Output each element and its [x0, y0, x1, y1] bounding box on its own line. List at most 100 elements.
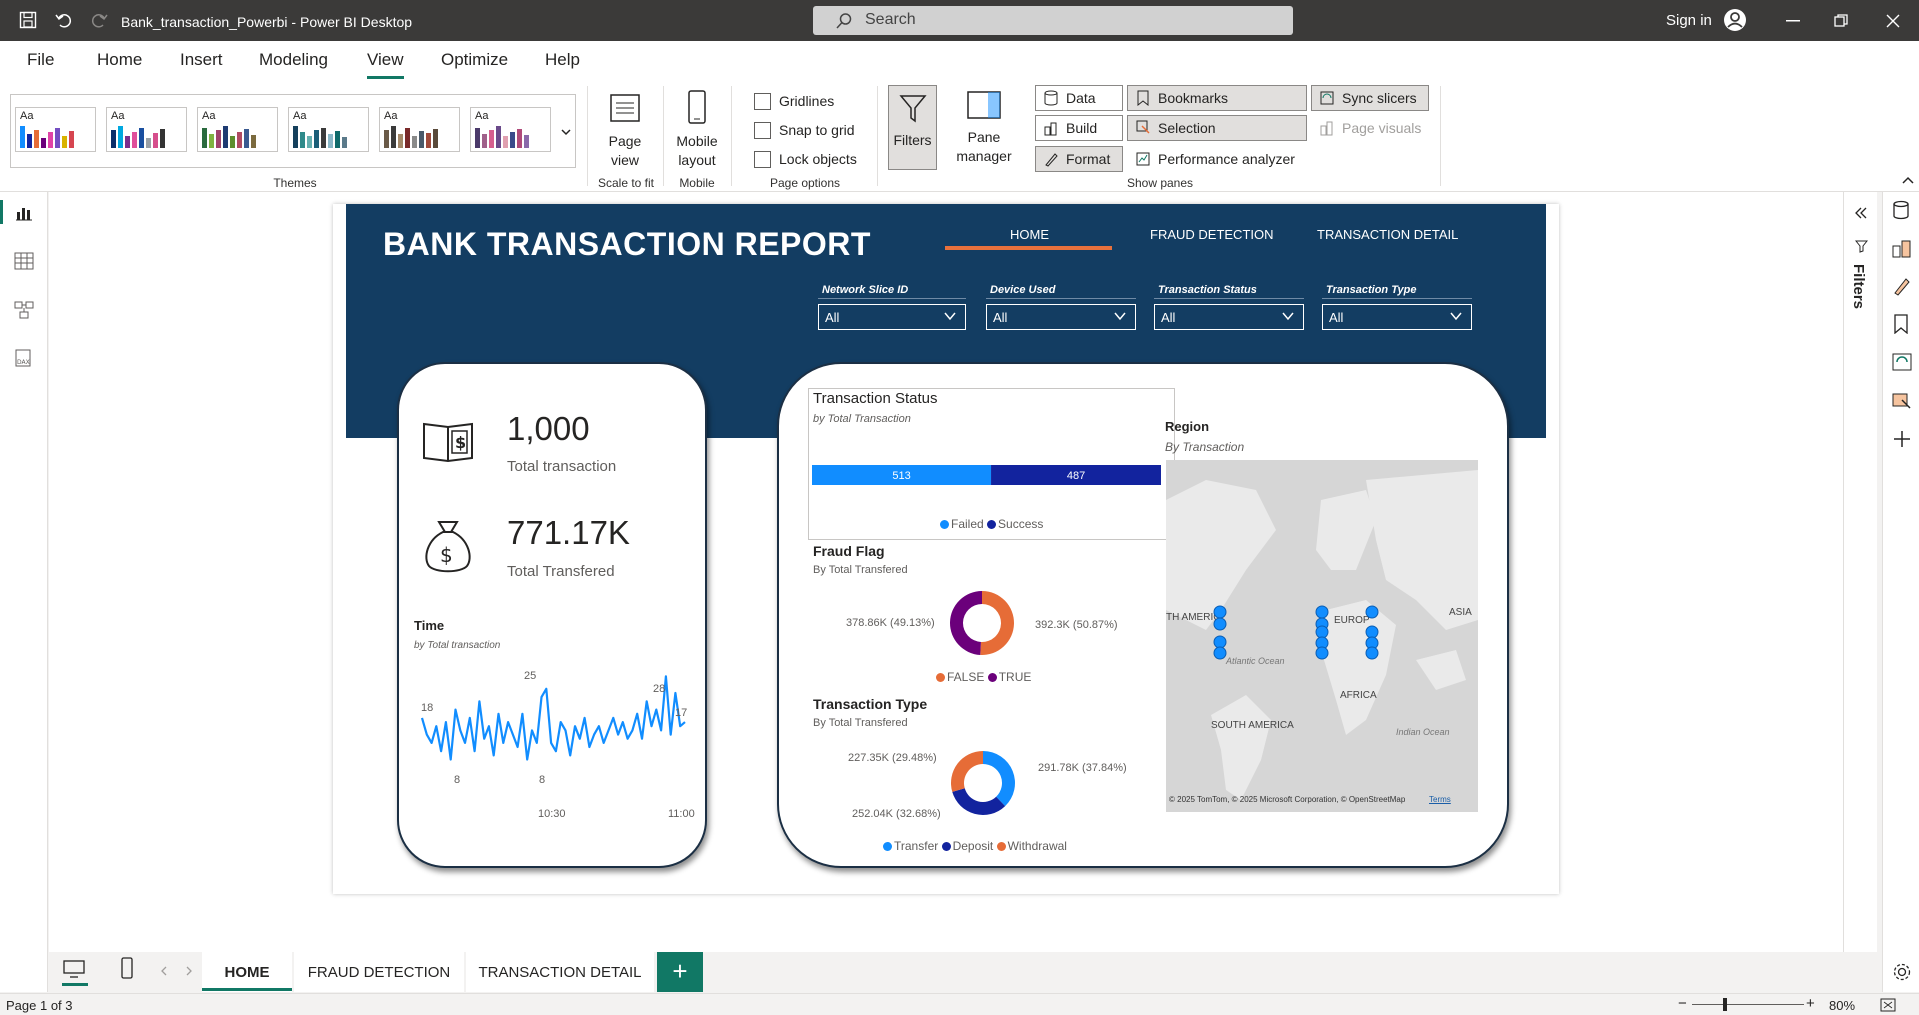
redo-icon[interactable] — [90, 11, 108, 29]
mobile-layout-button[interactable]: Mobile layout — [668, 132, 726, 170]
mobile-layout-tab-icon[interactable] — [120, 957, 134, 979]
page-visuals-button[interactable]: Page visuals — [1311, 115, 1429, 141]
expand-pane-icon[interactable] — [1854, 206, 1868, 220]
format-pane-button[interactable]: Format — [1035, 146, 1123, 172]
format-pane-icon[interactable] — [1892, 276, 1912, 296]
performance-analyzer-button[interactable]: Performance analyzer — [1127, 146, 1307, 172]
filters-pane-collapsed[interactable]: Filters — [1843, 192, 1877, 952]
slicer-transaction-type[interactable]: All — [1322, 304, 1472, 330]
nav-tab-home[interactable]: HOME — [1010, 227, 1049, 242]
status-legend: Failed Success — [940, 517, 1043, 531]
themes-expand-icon[interactable] — [561, 128, 571, 136]
page-view-button[interactable]: Page view — [596, 132, 654, 170]
slicer-network-slice[interactable]: All — [818, 304, 966, 330]
theme-aa: Aa — [20, 110, 34, 122]
save-icon[interactable] — [19, 11, 37, 29]
page-tab-home[interactable]: HOME — [202, 952, 292, 992]
undo-icon[interactable] — [55, 11, 73, 29]
lock-objects-checkbox[interactable]: Lock objects — [754, 151, 857, 168]
scroll-left-icon[interactable] — [160, 966, 168, 976]
selection-pane-button[interactable]: Selection — [1127, 115, 1307, 141]
database-icon — [1044, 90, 1058, 106]
snap-to-grid-checkbox[interactable]: Snap to grid — [754, 122, 855, 139]
sync-slicers-button[interactable]: Sync slicers — [1311, 85, 1429, 111]
scroll-right-icon[interactable] — [185, 966, 193, 976]
theme-tile-5[interactable]: Aa — [379, 107, 460, 152]
donut-slice-true[interactable] — [950, 591, 982, 655]
dax-query-view-icon[interactable]: DAX — [14, 348, 34, 368]
page-view-icon[interactable] — [607, 89, 643, 125]
filter-icon — [899, 95, 927, 123]
desktop-layout-icon[interactable] — [62, 959, 86, 979]
map-bubble — [1213, 635, 1227, 649]
restore-icon[interactable] — [1834, 14, 1848, 28]
page-tab-transaction-detail[interactable]: TRANSACTION DETAIL — [466, 952, 654, 992]
menu-modeling[interactable]: Modeling — [259, 50, 328, 70]
donut-slice-withdrawal[interactable] — [951, 751, 983, 792]
filters-button[interactable]: Filters — [888, 85, 937, 170]
account-icon[interactable] — [1723, 8, 1747, 32]
status-stacked-bar[interactable]: 513 487 — [812, 465, 1161, 485]
report-view-icon[interactable] — [14, 204, 34, 222]
donut-slice-transfer[interactable] — [983, 751, 1015, 807]
menu-optimize[interactable]: Optimize — [441, 50, 508, 70]
gridlines-checkbox[interactable]: Gridlines — [754, 93, 834, 110]
donut-slice-deposit[interactable] — [952, 788, 1006, 815]
settings-gear-icon[interactable] — [1892, 962, 1912, 982]
zoom-in-button[interactable]: + — [1806, 995, 1815, 1012]
sign-in-link[interactable]: Sign in — [1666, 12, 1712, 29]
zoom-slider-track[interactable] — [1692, 1004, 1804, 1005]
bookmark-pane-icon[interactable] — [1893, 314, 1909, 334]
theme-tile-4[interactable]: Aa — [288, 107, 369, 152]
add-pane-icon[interactable] — [1893, 430, 1911, 448]
data-pane-button[interactable]: Data — [1035, 85, 1123, 111]
theme-tile-1[interactable]: Aa — [15, 107, 96, 152]
menu-help[interactable]: Help — [545, 50, 580, 70]
fit-to-page-icon[interactable] — [1880, 998, 1896, 1012]
search-input[interactable]: Search — [813, 6, 1293, 35]
data-pane-icon[interactable] — [1892, 200, 1910, 220]
fraud-donut-chart[interactable] — [942, 583, 1022, 663]
menu-view[interactable]: View — [367, 50, 404, 70]
sync-slicers-pane-icon[interactable] — [1892, 352, 1912, 372]
mobile-layout-icon[interactable] — [684, 89, 710, 125]
performance-label: Performance analyzer — [1158, 151, 1295, 167]
theme-aa: Aa — [384, 110, 398, 122]
menu-insert[interactable]: Insert — [180, 50, 223, 70]
type-donut-chart[interactable] — [943, 743, 1023, 823]
map-terms-link[interactable]: Terms — [1429, 795, 1451, 804]
slicer-transaction-status[interactable]: All — [1154, 304, 1304, 330]
table-view-icon[interactable] — [14, 252, 34, 270]
pane-manager-icon[interactable] — [966, 89, 1002, 121]
build-pane-button[interactable]: Build — [1035, 115, 1123, 141]
search-placeholder: Search — [865, 11, 916, 28]
add-page-button[interactable]: + — [657, 952, 703, 992]
kpi-total-transfered-value: 771.17K — [507, 514, 630, 551]
nav-tab-transaction-detail[interactable]: TRANSACTION DETAIL — [1317, 227, 1458, 242]
zoom-slider-thumb[interactable] — [1723, 998, 1727, 1011]
minimize-icon[interactable] — [1786, 20, 1800, 22]
page-tab-fraud-detection[interactable]: FRAUD DETECTION — [294, 952, 464, 992]
zoom-out-button[interactable]: − — [1678, 995, 1687, 1012]
theme-tile-3[interactable]: Aa — [197, 107, 278, 152]
theme-tile-6[interactable]: Aa — [470, 107, 551, 152]
mobile-group-label: Mobile — [679, 176, 715, 190]
donut-slice-false[interactable] — [980, 591, 1014, 655]
selection-pane-icon[interactable] — [1892, 390, 1912, 410]
region-map[interactable]: TH AMERIC EUROP ASIA Atlantic Ocean AFRI… — [1166, 460, 1478, 812]
close-icon[interactable] — [1886, 14, 1900, 28]
theme-tile-2[interactable]: Aa — [106, 107, 187, 152]
menu-file[interactable]: File — [27, 50, 54, 70]
time-series-line[interactable] — [420, 675, 686, 761]
slicer-device-used[interactable]: All — [986, 304, 1136, 330]
svg-text:$: $ — [440, 543, 453, 567]
model-view-icon[interactable] — [14, 300, 34, 320]
nav-tab-fraud-detection[interactable]: FRAUD DETECTION — [1150, 227, 1274, 242]
chevron-down-icon — [944, 312, 956, 321]
pane-manager-button[interactable]: Pane manager — [944, 128, 1024, 166]
bookmarks-pane-button[interactable]: Bookmarks — [1127, 85, 1307, 111]
menu-home[interactable]: Home — [97, 50, 142, 70]
collapse-ribbon-icon[interactable] — [1902, 176, 1914, 184]
build-pane-icon[interactable] — [1892, 238, 1912, 258]
map-bubble — [1365, 605, 1379, 619]
